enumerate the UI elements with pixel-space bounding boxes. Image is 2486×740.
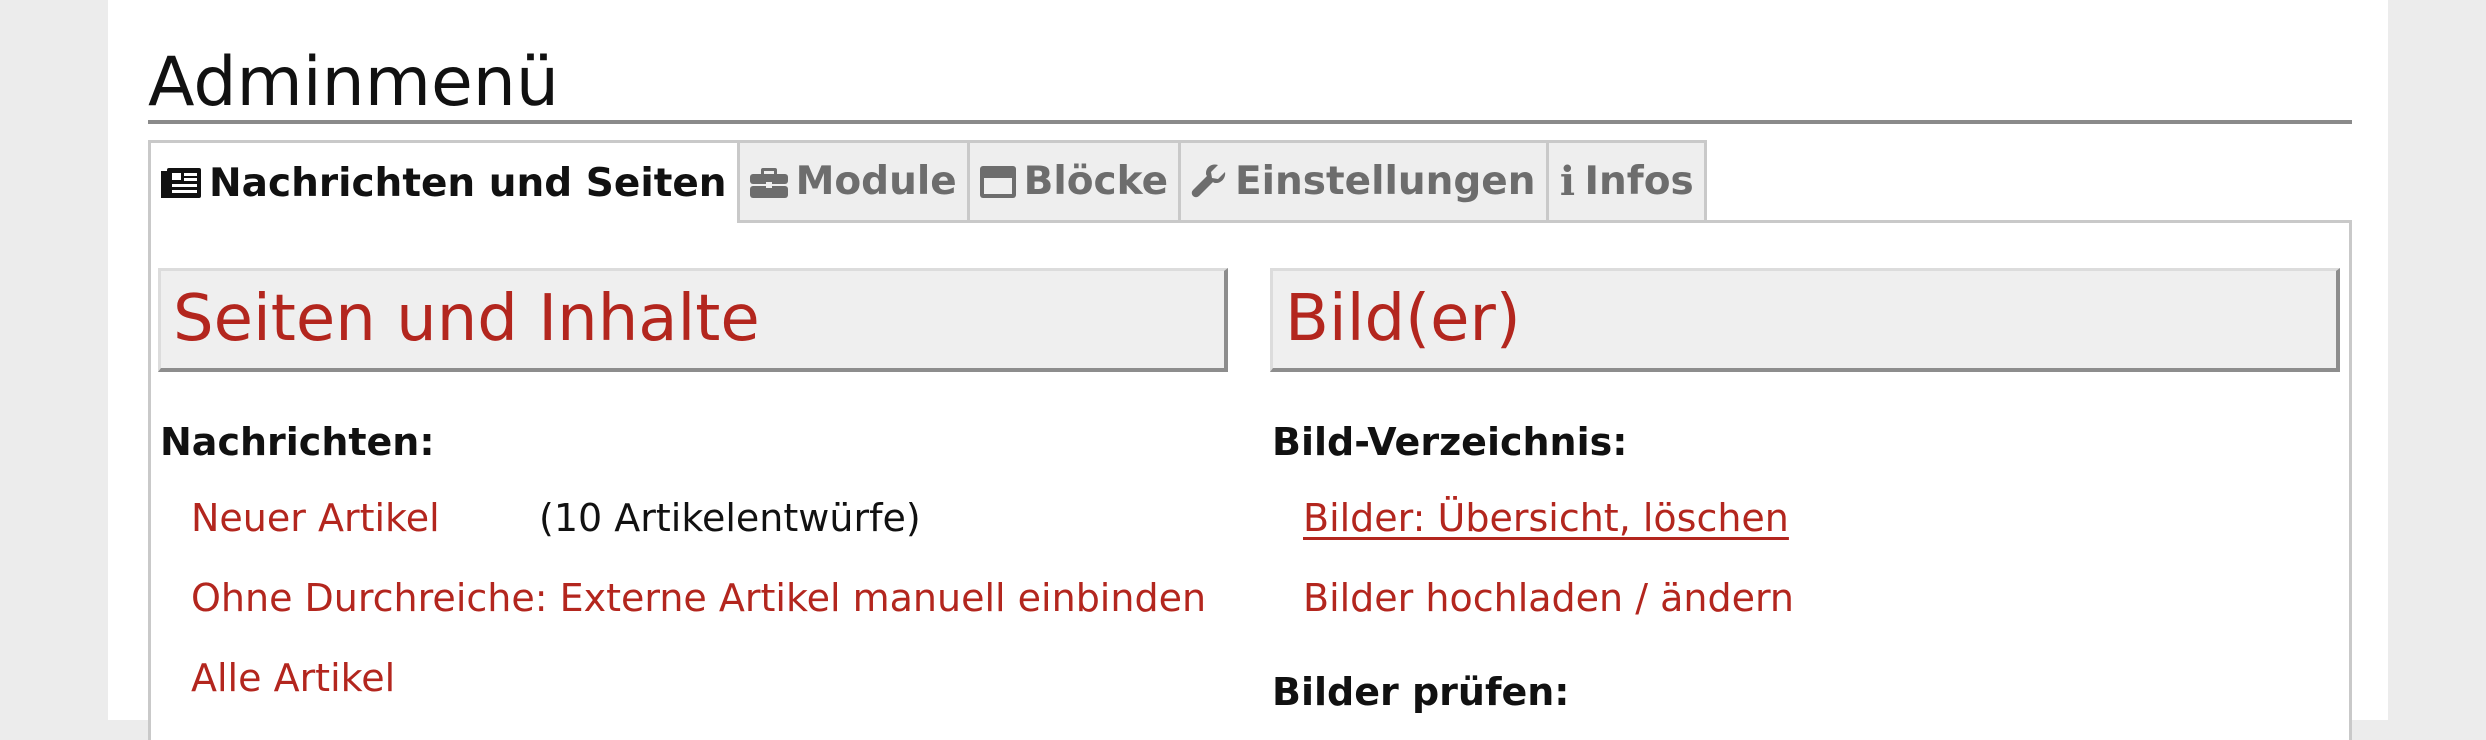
tab-bloecke[interactable]: Blöcke	[969, 140, 1182, 220]
section-heading-bilder: Bild(er)	[1270, 268, 2340, 372]
window-icon	[979, 165, 1016, 198]
tab-infos[interactable]: i Infos	[1548, 140, 1707, 220]
tab-label: Einstellungen	[1235, 159, 1536, 204]
tab-bar: Nachrichten und Seiten Module Blöcke Ein…	[148, 140, 1707, 223]
tab-label: Nachrichten und Seiten	[209, 160, 727, 206]
link-bilder-uebersicht[interactable]: Bilder: Übersicht, löschen	[1303, 496, 1789, 540]
link-externe-artikel-einbinden[interactable]: Ohne Durchreiche: Externe Artikel manuel…	[191, 576, 1206, 620]
draft-count-note: (10 Artikelentwürfe)	[539, 496, 921, 540]
label-bild-verzeichnis: Bild-Verzeichnis:	[1272, 420, 1628, 464]
tab-nachrichten-und-seiten[interactable]: Nachrichten und Seiten	[148, 140, 740, 223]
page-container: Adminmenü Nachrichten und Seiten Module …	[108, 0, 2388, 740]
link-bilder-hochladen[interactable]: Bilder hochladen / ändern	[1303, 576, 1794, 620]
section-heading-seiten-und-inhalte: Seiten und Inhalte	[158, 268, 1228, 372]
label-bilder-pruefen: Bilder prüfen:	[1272, 670, 1570, 714]
wrench-icon	[1191, 163, 1227, 200]
page-title: Adminmenü	[148, 43, 559, 122]
tab-label: Blöcke	[1023, 159, 1169, 204]
link-neuer-artikel[interactable]: Neuer Artikel	[191, 496, 440, 540]
newspaper-icon	[161, 168, 201, 198]
info-icon: i	[1559, 158, 1576, 205]
link-alle-artikel[interactable]: Alle Artikel	[191, 656, 395, 700]
briefcase-icon	[749, 166, 788, 198]
tab-module[interactable]: Module	[739, 140, 970, 220]
tab-einstellungen[interactable]: Einstellungen	[1181, 140, 1549, 220]
title-divider	[148, 120, 2352, 124]
tab-label: Infos	[1584, 159, 1694, 204]
tab-label: Module	[795, 159, 957, 204]
label-nachrichten: Nachrichten:	[160, 420, 435, 464]
